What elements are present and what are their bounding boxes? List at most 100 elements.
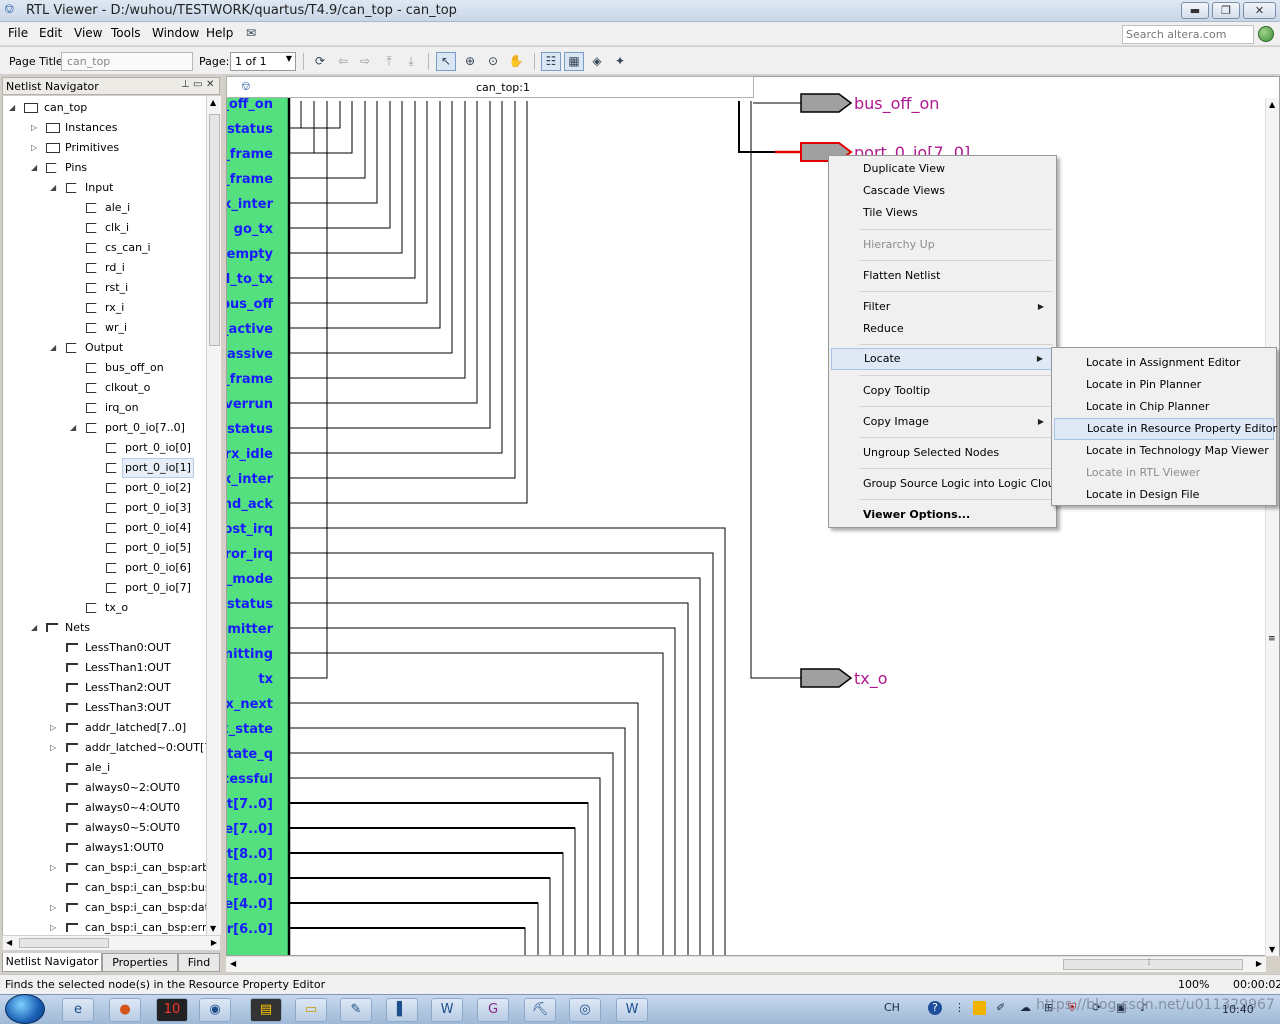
tree-item[interactable]: ▷ Primitives (3, 138, 206, 158)
schematic-view[interactable]: _off_on r_status r_frame d_frame rx_inter go_… (226, 76, 1280, 956)
tree-item[interactable]: LessThan0:OUT (3, 638, 206, 658)
tree-item[interactable]: wr_i (3, 318, 206, 338)
restore-button[interactable]: ❐ (1212, 2, 1240, 19)
document-tab[interactable]: ⎊ can_top:1 (226, 76, 754, 98)
select-tool-icon[interactable]: ↖ (436, 52, 456, 71)
menu-item-cascade-views[interactable]: Cascade Views (831, 180, 1054, 202)
expand-arrow-icon[interactable]: ▷ (31, 118, 41, 138)
word-doc-icon[interactable]: W (431, 998, 463, 1022)
cloud-icon[interactable]: ☁ (1020, 1001, 1031, 1014)
tree-item[interactable]: always1:OUT0 (3, 838, 206, 858)
output-pin[interactable] (800, 668, 853, 688)
zoom-in-icon[interactable]: ⊕ (460, 52, 480, 71)
scroll-thumb[interactable] (19, 938, 109, 948)
tree-item[interactable]: port_0_io[7] (3, 578, 206, 598)
close-button[interactable]: ✕ (1243, 2, 1276, 19)
tab-properties[interactable]: Properties (102, 953, 178, 972)
zoom-fit-icon[interactable]: ⊙ (483, 52, 503, 71)
tree-item[interactable]: ale_i (3, 198, 206, 218)
output-pin[interactable] (800, 93, 853, 113)
book-icon[interactable]: ▌ (386, 998, 418, 1022)
back-icon[interactable]: ⇦ (333, 52, 353, 71)
menu-item-copy-tooltip[interactable]: Copy Tooltip (831, 380, 1054, 402)
scroll-thumb[interactable] (209, 114, 220, 346)
menu-file[interactable]: File (8, 26, 28, 40)
start-button[interactable] (5, 994, 45, 1024)
tree-item[interactable]: ◢ port_0_io[7..0] (3, 418, 206, 438)
expand-arrow-icon[interactable]: ▷ (50, 738, 60, 758)
scroll-left-icon[interactable]: ◀ (6, 938, 12, 947)
menu-item-viewer-options[interactable]: Viewer Options... (831, 504, 1054, 526)
minimize-button[interactable]: ▬ (1181, 2, 1209, 19)
tree-item[interactable]: clk_i (3, 218, 206, 238)
menu-tools[interactable]: Tools (111, 26, 141, 40)
submenu-locate-assignment-editor[interactable]: Locate in Assignment Editor (1054, 352, 1274, 374)
scroll-grip-icon[interactable]: ≡ (1268, 634, 1276, 644)
terminal-icon[interactable]: ▤ (250, 998, 282, 1022)
help-icon[interactable]: ? (928, 1001, 942, 1015)
submenu-locate-design-file[interactable]: Locate in Design File (1054, 484, 1274, 506)
tree-item[interactable]: ◢ Pins (3, 158, 206, 178)
tree-item[interactable]: always0~5:OUT0 (3, 818, 206, 838)
tree-item[interactable]: port_0_io[5] (3, 538, 206, 558)
tree-item[interactable]: port_0_io[2] (3, 478, 206, 498)
expand-arrow-icon[interactable]: ▷ (50, 918, 60, 935)
scroll-up-icon[interactable]: ▲ (1269, 100, 1275, 109)
expand-arrow-icon[interactable]: ▷ (31, 138, 41, 158)
tree-item[interactable]: cs_can_i (3, 238, 206, 258)
app-10-icon[interactable]: 10 (156, 998, 188, 1022)
menu-item-tile-views[interactable]: Tile Views (831, 202, 1054, 224)
tree-item[interactable]: tx_o (3, 598, 206, 618)
scroll-right-icon[interactable]: ▶ (211, 938, 217, 947)
menu-edit[interactable]: Edit (39, 26, 62, 40)
tree-item[interactable]: ◢ Input (3, 178, 206, 198)
hand-tool-icon[interactable]: ✋ (506, 52, 526, 71)
tree-item[interactable]: ▷ can_bsp:i_can_bsp:data_ (3, 898, 206, 918)
tree-item[interactable]: ▷ can_bsp:i_can_bsp:arbit (3, 858, 206, 878)
tree-item[interactable]: ale_i (3, 758, 206, 778)
tree-item[interactable]: rst_i (3, 278, 206, 298)
menu-window[interactable]: Window (152, 26, 199, 40)
tree-item[interactable]: can_bsp:i_can_bsp:bus_ (3, 878, 206, 898)
submenu-locate-pin-planner[interactable]: Locate in Pin Planner (1054, 374, 1274, 396)
tree-item[interactable]: ▷ can_bsp:i_can_bsp:error (3, 918, 206, 935)
tree-item[interactable]: LessThan1:OUT (3, 658, 206, 678)
collapse-arrow-icon[interactable]: ◢ (50, 338, 60, 358)
collapse-arrow-icon[interactable]: ◢ (50, 178, 60, 198)
notepad-icon[interactable]: ✎ (340, 998, 372, 1022)
tree-item[interactable]: port_0_io[6] (3, 558, 206, 578)
expand-arrow-icon[interactable]: ▷ (50, 858, 60, 878)
tree-item[interactable]: LessThan2:OUT (3, 678, 206, 698)
page-select[interactable]: 1 of 1 ▼ (230, 52, 296, 71)
tree-item[interactable]: always0~2:OUT0 (3, 778, 206, 798)
ie-icon[interactable]: e (62, 998, 94, 1022)
tree-item[interactable]: port_0_io[0] (3, 438, 206, 458)
tree-item[interactable]: ◢ can_top (3, 98, 206, 118)
menu-item-reduce[interactable]: Reduce (831, 318, 1054, 340)
schematic-vertical-scrollbar[interactable]: ▲ ≡ ▼ (1265, 98, 1279, 956)
word-icon[interactable]: W (616, 998, 648, 1022)
pen-icon[interactable]: ✐ (996, 1001, 1005, 1014)
page-up-icon[interactable]: ⤒ (379, 52, 399, 71)
expand-arrow-icon[interactable]: ▷ (50, 898, 60, 918)
scroll-up-icon[interactable]: ▲ (210, 98, 216, 107)
language-indicator[interactable]: CH (884, 1001, 900, 1014)
collapse-arrow-icon[interactable]: ◢ (31, 158, 41, 178)
hierarchy-view-icon[interactable]: ▦ (564, 52, 584, 71)
scroll-down-icon[interactable]: ▼ (1269, 945, 1275, 954)
forward-icon[interactable]: ⇨ (355, 52, 375, 71)
tree-item[interactable]: bus_off_on (3, 358, 206, 378)
refresh-icon[interactable]: ⟳ (310, 52, 330, 71)
tree-vertical-scrollbar[interactable]: ▲ ▼ (206, 96, 221, 935)
tab-netlist-navigator[interactable]: Netlist Navigator (2, 953, 102, 972)
schematic-horizontal-scrollbar[interactable]: ◀ ⦙ ▶ (226, 956, 1266, 972)
globe-icon[interactable] (1258, 26, 1274, 42)
menu-help[interactable]: Help (206, 26, 233, 40)
menu-view[interactable]: View (74, 26, 102, 40)
properties-icon[interactable]: ◈ (587, 52, 607, 71)
menu-item-duplicate-view[interactable]: Duplicate View (831, 158, 1054, 180)
submenu-locate-technology-map-viewer[interactable]: Locate in Technology Map Viewer (1054, 440, 1274, 462)
tool-icon[interactable]: ⛏ (524, 998, 556, 1022)
menu-item-group-source-logic[interactable]: Group Source Logic into Logic Cloud (831, 473, 1062, 495)
tree-item[interactable]: port_0_io[1] (3, 458, 206, 478)
